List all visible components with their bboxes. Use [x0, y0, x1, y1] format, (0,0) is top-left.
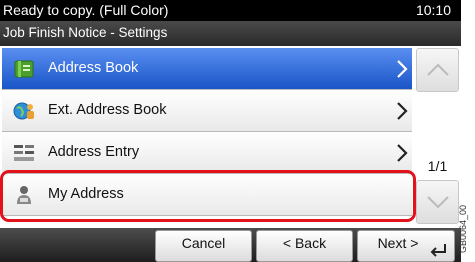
footer-bar: Cancel < Back Next >	[0, 228, 461, 262]
cancel-label: Cancel	[181, 235, 226, 251]
title-bar: Job Finish Notice - Settings	[0, 21, 461, 46]
figure-code: GB0064_00	[458, 200, 475, 262]
list-item-address-entry[interactable]: Address Entry	[2, 132, 412, 174]
figure-code-text: GB0064_00	[458, 204, 469, 254]
scroll-down-button[interactable]	[416, 180, 459, 224]
list-item-address-book[interactable]: Address Book	[2, 48, 412, 90]
chevron-down-icon	[427, 196, 449, 209]
chevron-up-icon	[427, 63, 449, 76]
enter-icon	[430, 244, 446, 257]
page-title: Job Finish Notice - Settings	[3, 25, 168, 40]
status-time: 10:10	[415, 2, 451, 18]
address-book-icon	[12, 57, 36, 81]
address-entry-icon	[12, 141, 36, 165]
list-item-label: Ext. Address Book	[48, 102, 167, 118]
chevron-right-icon	[396, 143, 408, 163]
scroll-column: 1/1	[414, 46, 461, 226]
back-label: < Back	[282, 235, 327, 251]
chevron-right-icon	[396, 101, 408, 121]
cancel-button[interactable]: Cancel	[155, 230, 252, 262]
chevron-right-icon	[396, 59, 408, 79]
list-item-label: Address Book	[48, 60, 139, 76]
back-button[interactable]: < Back	[256, 230, 353, 262]
list-item-label: Address Entry	[48, 144, 140, 160]
status-message: Ready to copy. (Full Color)	[3, 2, 169, 18]
page-indicator: 1/1	[427, 158, 448, 174]
next-button[interactable]: Next >	[357, 230, 455, 262]
scroll-up-button[interactable]	[416, 48, 459, 92]
ext-address-book-icon	[12, 99, 36, 123]
selection-highlight	[0, 170, 416, 222]
list-item-ext-address-book[interactable]: Ext. Address Book	[2, 90, 412, 132]
status-bar: Ready to copy. (Full Color) 10:10	[0, 0, 461, 21]
